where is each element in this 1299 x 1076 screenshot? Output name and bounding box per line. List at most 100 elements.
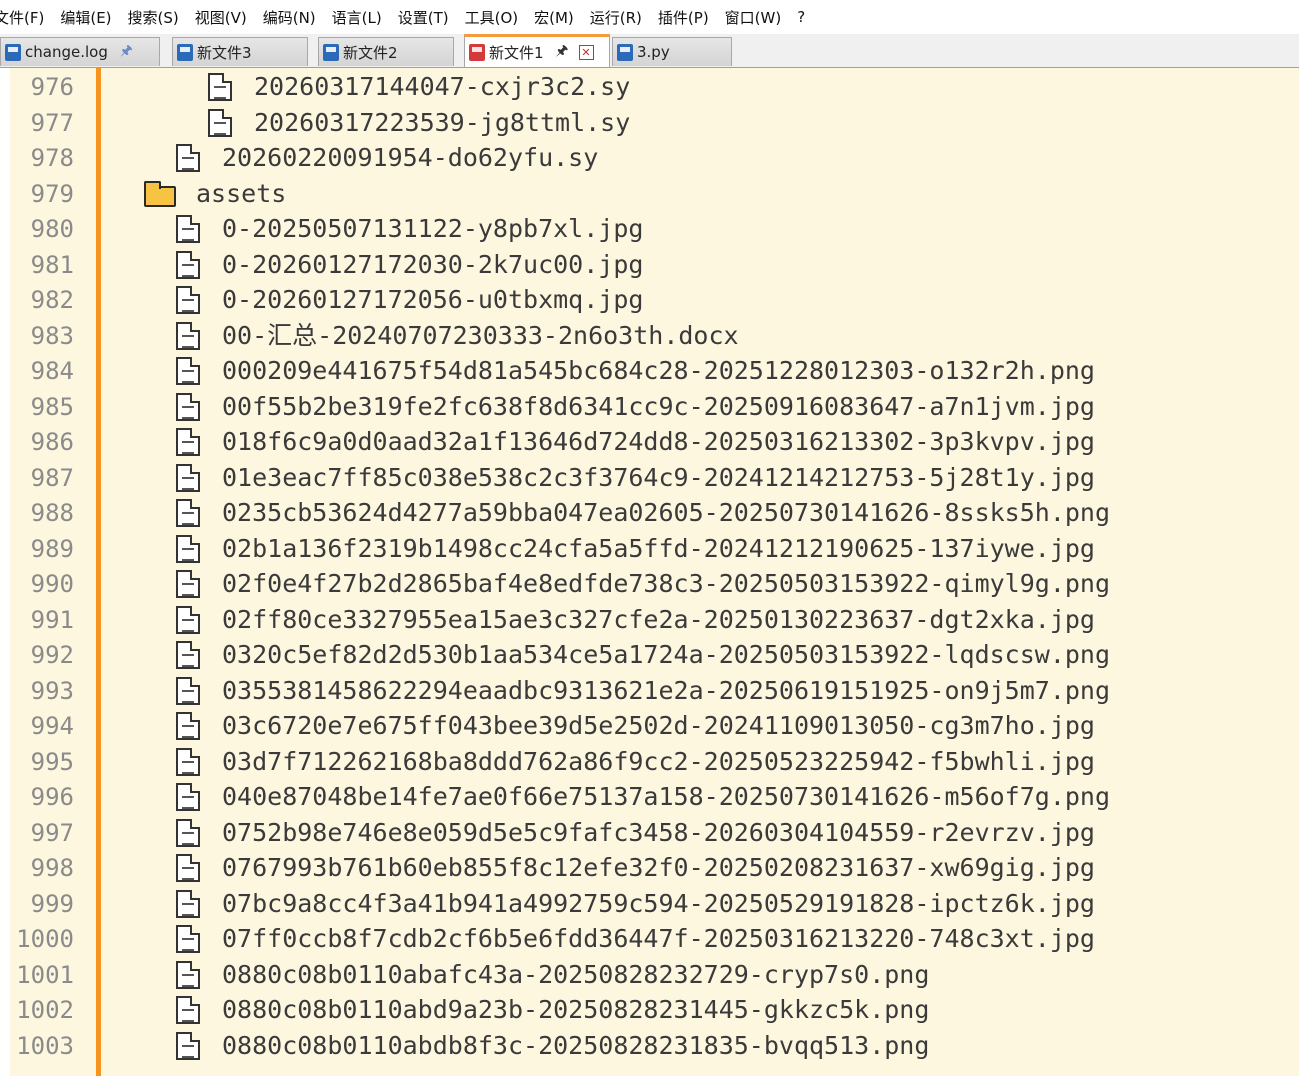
file-name: 0-20260127172030-2k7uc00.jpg — [222, 249, 644, 279]
line-number: 994 — [30, 712, 74, 740]
file-name: 0-20250507131122-y8pb7xl.jpg — [222, 214, 644, 243]
tab-label: 3.py — [637, 43, 670, 61]
tab[interactable]: change.log 🖈 — [0, 37, 160, 66]
editor-line[interactable]: 997 0752b98e746e8e059d5e5c9fafc3458-20260… — [10, 815, 1299, 851]
document-icon — [176, 534, 200, 563]
document-icon — [176, 392, 200, 421]
document-icon — [176, 783, 200, 811]
file-name: 0235cb53624d4277a59bba047ea02605-2025073… — [222, 498, 1111, 527]
line-number: 993 — [30, 676, 74, 705]
tab[interactable]: 新文件2 — [318, 37, 454, 66]
menu-item[interactable]: 搜索(S) — [120, 7, 187, 28]
editor-line[interactable]: 984 000209e441675f54d81a545bc684c28-20251… — [10, 353, 1299, 389]
editor-line[interactable]: 1003 0880c08b0110abdb8f3c-20250828231835-… — [10, 1028, 1299, 1064]
menu-item[interactable]: 视图(V) — [187, 7, 255, 28]
editor-line[interactable]: 991 02ff80ce3327955ea15ae3c327cfe2a-20250… — [10, 602, 1299, 638]
line-number: 984 — [30, 357, 74, 385]
document-icon — [176, 925, 200, 953]
editor-line[interactable]: 986 018f6c9a0d0aad32a1f13646d724dd8-20250… — [10, 424, 1299, 460]
file-name: 02ff80ce3327955ea15ae3c327cfe2a-20250130… — [222, 604, 1095, 634]
file-name: 0320c5ef82d2d530b1aa534ce5a1724a-2025050… — [222, 640, 1111, 669]
editor-line[interactable]: 989 02b1a136f2319b1498cc24cfa5a5ffd-20241… — [10, 531, 1299, 567]
file-name: 000209e441675f54d81a545bc684c28-20251228… — [222, 356, 1095, 385]
editor-line[interactable]: 998 0767993b761b60eb855f8c12efe32f0-20250… — [10, 850, 1299, 886]
save-state-icon — [617, 43, 633, 61]
tab-label: 新文件1 — [489, 43, 544, 62]
file-name: 0880c08b0110abafc43a-20250828232729-cryp… — [222, 959, 930, 989]
editor-line[interactable]: 992 0320c5ef82d2d530b1aa534ce5a1724a-2025… — [10, 637, 1299, 673]
file-name: 20260317223539-jg8ttml.sy — [254, 107, 631, 137]
line-number: 986 — [30, 428, 74, 456]
editor-line[interactable]: 981 0-20260127172030-2k7uc00.jpg — [10, 247, 1299, 283]
editor-line[interactable]: 988 0235cb53624d4277a59bba047ea02605-2025… — [10, 495, 1299, 531]
editor-line[interactable]: 994 03c6720e7e675ff043bee39d5e2502d-20241… — [10, 708, 1299, 744]
document-icon — [176, 250, 200, 279]
file-name: 20260317144047-cxjr3c2.sy — [254, 72, 631, 101]
menu-item[interactable]: ? — [789, 8, 813, 26]
document-icon — [176, 570, 200, 598]
menu-item[interactable]: 编辑(E) — [52, 7, 119, 28]
file-name: 02f0e4f27b2d2865baf4e8edfde738c3-2025050… — [222, 569, 1111, 598]
tab-label: 新文件3 — [197, 43, 252, 62]
menu-item[interactable]: 运行(R) — [582, 7, 650, 28]
tab[interactable]: 新文件1 🖈 ✕ — [464, 34, 610, 67]
line-number: 987 — [30, 463, 74, 492]
editor-line[interactable]: 978 20260220091954-do62yfu.sy — [10, 140, 1299, 176]
editor-line[interactable]: 1002 0880c08b0110abd9a23b-20250828231445-… — [10, 992, 1299, 1028]
line-number: 1002 — [16, 996, 74, 1024]
editor-line[interactable]: 980 0-20250507131122-y8pb7xl.jpg — [10, 211, 1299, 247]
file-name: 040e87048be14fe7ae0f66e75137a158-2025073… — [222, 782, 1111, 811]
document-icon — [176, 960, 200, 989]
tab[interactable]: 新文件3 — [172, 37, 308, 66]
document-icon — [176, 747, 200, 776]
editor-line[interactable]: 995 03d7f712262168ba8ddd762a86f9cc2-20250… — [10, 744, 1299, 780]
document-icon — [176, 428, 200, 456]
editor-line[interactable]: 982 0-20260127172056-u0tbxmq.jpg — [10, 282, 1299, 318]
document-icon — [176, 854, 200, 882]
menu-item[interactable]: 插件(P) — [650, 7, 717, 28]
menu-item[interactable]: 窗口(W) — [717, 7, 790, 28]
editor[interactable]: 976 20260317144047-cxjr3c2.sy 977 202603172… — [10, 68, 1299, 1076]
menu-item[interactable]: 编码(N) — [255, 7, 324, 28]
line-number: 996 — [30, 783, 74, 811]
line-number: 985 — [30, 392, 74, 421]
tab[interactable]: 3.py — [612, 37, 732, 66]
editor-line[interactable]: 983 00-汇总-20240707230333-2n6o3th.docx — [10, 318, 1299, 354]
editor-line[interactable]: 979 assets — [10, 176, 1299, 212]
pin-icon[interactable]: 🖈 — [120, 40, 133, 64]
editor-line[interactable]: 999 07bc9a8cc4f3a41b941a4992759c594-20250… — [10, 886, 1299, 922]
line-number: 978 — [30, 144, 74, 172]
file-name: 02b1a136f2319b1498cc24cfa5a5ffd-20241212… — [222, 533, 1095, 563]
line-number: 989 — [30, 534, 74, 563]
editor-line[interactable]: 985 00f55b2be319fe2fc638f8d6341cc9c-20250… — [10, 389, 1299, 425]
editor-line[interactable]: 976 20260317144047-cxjr3c2.sy — [10, 69, 1299, 105]
menu-item[interactable]: 语言(L) — [324, 7, 390, 28]
file-name: 07ff0ccb8f7cdb2cf6b5e6fdd36447f-20250316… — [222, 924, 1095, 953]
file-name: 07bc9a8cc4f3a41b941a4992759c594-20250529… — [222, 888, 1095, 918]
editor-line[interactable]: 987 01e3eac7ff85c038e538c2c3f3764c9-20241… — [10, 460, 1299, 496]
file-name: 01e3eac7ff85c038e538c2c3f3764c9-20241214… — [222, 462, 1095, 492]
document-icon — [176, 286, 200, 314]
pin-icon[interactable]: 🖈 — [556, 40, 569, 64]
menu-item[interactable]: 工具(O) — [457, 7, 527, 28]
editor-line[interactable]: 996 040e87048be14fe7ae0f66e75137a158-2025… — [10, 779, 1299, 815]
editor-line[interactable]: 977 20260317223539-jg8ttml.sy — [10, 105, 1299, 141]
line-number: 990 — [30, 570, 74, 598]
document-icon — [176, 676, 200, 705]
editor-line[interactable]: 993 0355381458622294eaadbc9313621e2a-2025… — [10, 673, 1299, 709]
menu-item[interactable]: 宏(M) — [526, 7, 582, 28]
menu-item[interactable]: 文件(F) — [0, 7, 52, 28]
document-icon — [176, 144, 200, 172]
file-name: 0880c08b0110abdb8f3c-20250828231835-bvqq… — [222, 1030, 930, 1060]
editor-line[interactable]: 1001 0880c08b0110abafc43a-20250828232729-… — [10, 957, 1299, 993]
folder-name: assets — [196, 178, 287, 208]
line-number: 997 — [30, 818, 74, 847]
editor-line[interactable]: 1000 07ff0ccb8f7cdb2cf6b5e6fdd36447f-2025… — [10, 921, 1299, 957]
close-icon[interactable]: ✕ — [578, 44, 594, 60]
tab-bar: change.log 🖈 新文件3 新文件2 新文件1 🖈 ✕ 3.py — [0, 34, 1299, 68]
line-number: 982 — [30, 286, 74, 314]
document-icon — [176, 641, 200, 669]
menu-item[interactable]: 设置(T) — [390, 7, 457, 28]
file-name: 03d7f712262168ba8ddd762a86f9cc2-20250523… — [222, 746, 1095, 776]
editor-line[interactable]: 990 02f0e4f27b2d2865baf4e8edfde738c3-2025… — [10, 566, 1299, 602]
